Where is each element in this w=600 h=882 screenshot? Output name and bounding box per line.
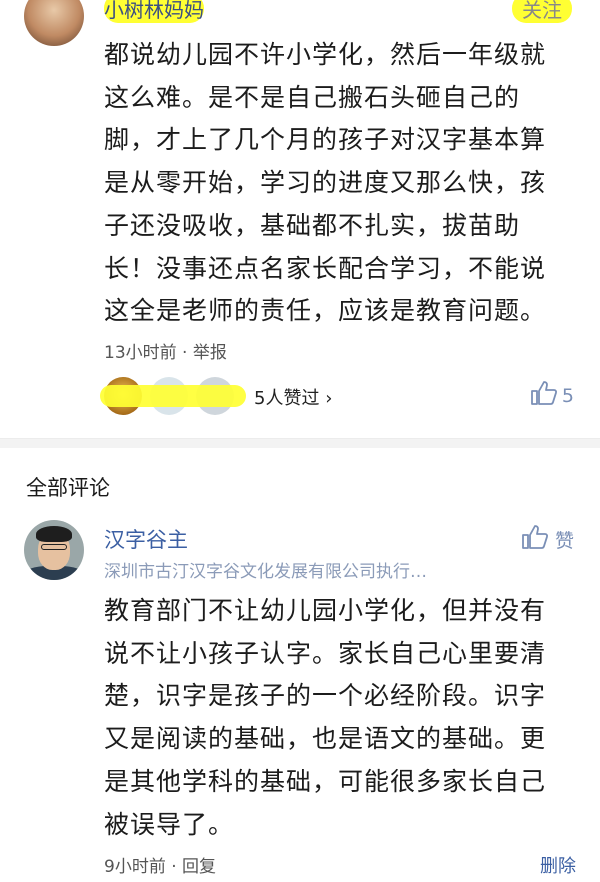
top-post-text: 都说幼儿园不许小学化，然后一年级就这么难。是不是自己搬石头砸自己的脚，才上了几个… — [104, 40, 547, 326]
top-post-avatar[interactable] — [24, 0, 84, 46]
comment-like-label: 赞 — [554, 530, 574, 552]
comment-meta: 9小时前 · 回复 — [104, 852, 216, 877]
meta-separator: · — [171, 857, 183, 877]
redaction-highlight — [100, 385, 246, 407]
report-link[interactable]: 举报 — [193, 343, 227, 363]
top-post-meta: 13小时前 · 举报 — [104, 338, 227, 363]
section-divider — [0, 438, 600, 448]
comment-avatar[interactable] — [24, 520, 84, 580]
thumbs-up-icon — [530, 380, 562, 411]
top-post-time: 13小时前 — [104, 343, 177, 363]
comment-author-org: 深圳市古汀汉字谷文化发展有限公司执行… — [104, 562, 427, 582]
thumbs-up-icon — [521, 524, 555, 555]
reply-link[interactable]: 回复 — [182, 857, 216, 877]
top-post-like-count: 5 — [561, 384, 574, 407]
comment-author-name[interactable]: 汉字谷主 — [104, 524, 188, 554]
top-post-username[interactable]: 小树林妈妈 — [104, 0, 204, 23]
meta-separator: · — [182, 343, 193, 363]
likers-avatars[interactable] — [100, 376, 246, 416]
comment-time: 9小时前 — [104, 857, 166, 877]
section-title: 全部评论 — [26, 476, 110, 500]
comment-text: 教育部门不让幼儿园小学化，但并没有说不让小孩子认字。家长自己心里要清楚，识字是孩… — [104, 596, 547, 839]
top-post-like-button[interactable]: 5 — [530, 380, 574, 411]
comment-like-button[interactable]: 赞 — [521, 524, 574, 555]
likers-summary-link[interactable]: 5人赞过 › — [254, 384, 332, 410]
delete-button[interactable]: 删除 — [540, 852, 576, 878]
chevron-right-icon: › — [325, 388, 333, 409]
likers-summary: 5人赞过 — [254, 388, 320, 409]
follow-button[interactable]: 关注 — [512, 0, 572, 23]
